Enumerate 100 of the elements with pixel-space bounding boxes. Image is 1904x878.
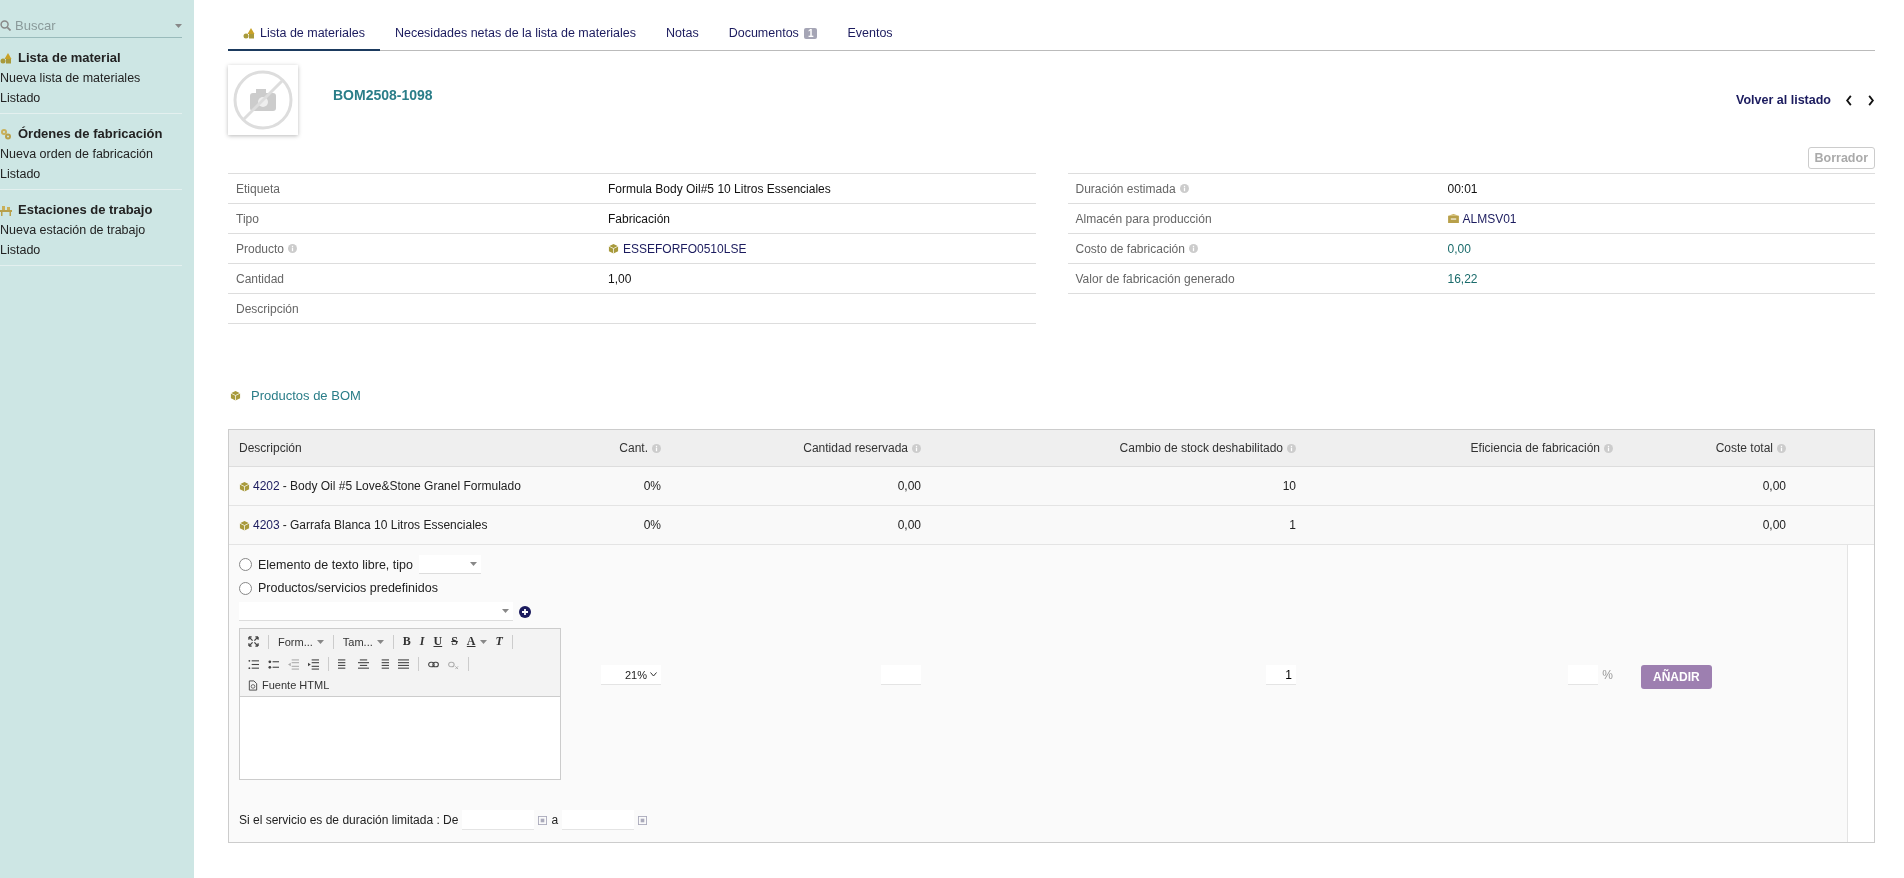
menu-heading[interactable]: Órdenes de fabricación <box>18 126 163 141</box>
field-label: Cantidad <box>236 271 285 286</box>
warehouse-link[interactable]: ALMSV01 <box>1462 211 1517 226</box>
tab[interactable]: Lista de materiales <box>228 20 380 51</box>
tab[interactable]: Notas <box>651 20 714 51</box>
column-header: Cant. <box>619 441 648 455</box>
date-field[interactable] <box>562 810 635 830</box>
quantity-field[interactable]: 1 <box>1266 665 1296 685</box>
menu-item[interactable]: Listado <box>0 243 41 257</box>
field-label: Descripción <box>236 301 299 316</box>
next-icon[interactable] <box>1867 94 1875 106</box>
shapes-icon <box>243 27 255 39</box>
field-value: Fabricación <box>608 211 671 226</box>
field-value: 1,00 <box>608 271 632 286</box>
bold-button[interactable]: B <box>402 634 411 649</box>
vat-select[interactable]: 21% <box>601 665 661 685</box>
no-photo-icon <box>228 65 298 135</box>
menu-item[interactable]: Listado <box>0 91 41 105</box>
add-icon[interactable] <box>519 605 531 618</box>
search-field[interactable]: Buscar <box>15 18 171 33</box>
info-icon <box>1179 184 1189 193</box>
date-connector: a <box>551 813 559 827</box>
field-value: 0,00 <box>1447 241 1471 256</box>
align-center-icon[interactable] <box>358 658 369 670</box>
menu-item[interactable]: Nueva estación de trabajo <box>0 223 146 237</box>
justify-icon[interactable] <box>398 658 409 670</box>
clear-button[interactable]: T <box>495 634 503 649</box>
percent-sign: % <box>1602 667 1613 684</box>
box-icon <box>230 390 241 401</box>
column-header: Cambio de stock deshabilitado <box>1119 441 1283 455</box>
warehouse-icon <box>1447 214 1459 223</box>
table-cell: 0% <box>643 479 661 493</box>
menu-heading[interactable]: Estaciones de trabajo <box>18 202 153 217</box>
tab[interactable]: Necesidades netas de la lista de materiales <box>379 20 652 51</box>
column-header: Coste total <box>1715 441 1773 455</box>
previous-icon[interactable] <box>1845 94 1853 106</box>
table-cell: 0,00 <box>897 479 921 493</box>
numbered-list-icon[interactable] <box>248 658 259 670</box>
table-cell: 0,00 <box>897 518 921 532</box>
caret-icon <box>316 639 324 644</box>
product-link[interactable]: ESSEFORFO0510LSE <box>623 241 747 256</box>
info-icon <box>1188 244 1198 253</box>
shapes-icon <box>0 51 12 64</box>
tab[interactable]: Eventos <box>832 20 908 51</box>
radio-button[interactable] <box>239 558 252 571</box>
caret-icon <box>469 562 477 566</box>
caret-icon <box>479 639 487 644</box>
maximize-icon[interactable] <box>248 636 259 647</box>
color-button[interactable]: A <box>466 634 487 649</box>
duration-label: Si el servicio es de duración limitada : De <box>239 813 459 827</box>
menu-item[interactable]: Listado <box>0 167 41 181</box>
field-value: Formula Body Oil#5 10 Litros Essenciales <box>608 181 831 196</box>
radio-button[interactable] <box>239 581 252 595</box>
chevron-icon <box>650 672 657 677</box>
column-header: Cantidad reservada <box>803 441 908 455</box>
column-header: Eficiencia de fabricación <box>1470 441 1600 455</box>
back-link[interactable]: Volver al listado <box>1736 93 1831 107</box>
percent-field[interactable] <box>1568 665 1599 685</box>
info-icon <box>912 443 921 453</box>
menu-item[interactable]: Nueva orden de fabricación <box>0 147 153 161</box>
caret-icon <box>376 639 384 644</box>
tab[interactable]: Documentos 1 <box>713 20 833 51</box>
radio-label: Elemento de texto libre, tipo <box>258 557 413 572</box>
italic-button[interactable]: I <box>419 634 425 649</box>
product-link[interactable]: 4203 <box>253 518 280 532</box>
table-cell: 10 <box>1282 479 1296 493</box>
field-value: 16,22 <box>1447 271 1478 286</box>
date-field[interactable] <box>462 810 535 830</box>
table-cell: 1 <box>1289 518 1296 532</box>
field-label: Etiqueta <box>236 181 281 196</box>
underline-button[interactable]: U <box>433 634 443 649</box>
menu-heading[interactable]: Lista de material <box>18 50 121 65</box>
product-link[interactable]: 4202 <box>253 479 280 493</box>
strike-button[interactable]: S <box>451 634 458 649</box>
menu-item[interactable]: Nueva lista de materiales <box>0 71 141 85</box>
format-dropdown[interactable]: Form... <box>278 635 324 648</box>
table-cell: 0,00 <box>1762 479 1786 493</box>
workbench-icon <box>0 203 12 216</box>
info-icon <box>1604 443 1613 453</box>
table-cell: 0% <box>643 518 661 532</box>
status-badge: Borrador <box>1807 147 1875 169</box>
document-icon <box>248 679 258 691</box>
count-badge: 1 <box>803 27 818 39</box>
info-icon <box>1777 443 1786 453</box>
size-dropdown[interactable]: Tam... <box>342 635 384 648</box>
field-label: Producto <box>236 241 285 256</box>
column-header: Descripción <box>239 441 302 455</box>
input-field[interactable] <box>881 665 921 685</box>
product-name: - Garrafa Blanca 10 Litros Essenciales <box>282 518 488 532</box>
bullet-list-icon[interactable] <box>268 658 279 670</box>
text-editor[interactable]: Form... Tam... B I U S A T Fuente HTML <box>239 628 561 780</box>
indent-icon[interactable] <box>308 658 319 670</box>
field-label: Almacén para producción <box>1075 211 1212 226</box>
field-label: Duración estimada <box>1075 181 1176 196</box>
box-icon <box>239 519 250 531</box>
radio-label: Productos/servicios predefinidos <box>258 581 438 595</box>
section-title: Productos de BOM <box>251 388 361 403</box>
html-source-button[interactable]: Fuente HTML <box>248 679 330 691</box>
search-icon <box>0 20 11 31</box>
info-icon <box>288 244 298 253</box>
